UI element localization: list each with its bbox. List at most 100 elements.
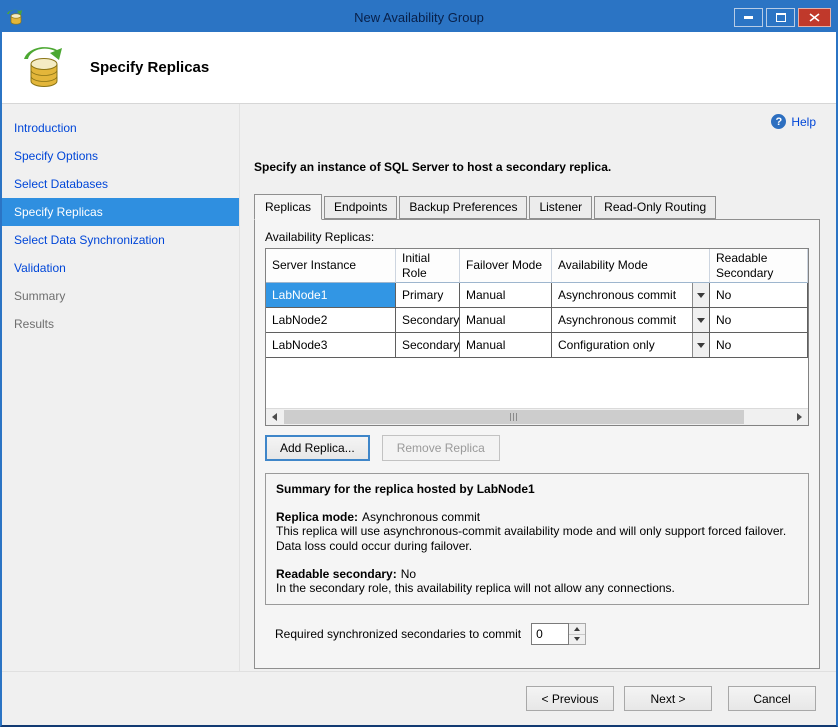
app-icon [7,8,25,26]
scroll-left-button[interactable] [266,409,283,425]
initial-role-cell[interactable]: Secondary [396,308,460,333]
stepper-down-button[interactable] [569,635,585,645]
remove-replica-button: Remove Replica [382,435,500,461]
tab-read-only-routing[interactable]: Read-Only Routing [594,196,716,219]
sidebar-item-introduction[interactable]: Introduction [2,114,239,142]
sidebar-item-select-databases[interactable]: Select Databases [2,170,239,198]
table-row: LabNode2 Secondary Manual Asynchronous c… [266,308,808,333]
title-bar[interactable]: New Availability Group [2,2,836,32]
readable-secondary-description: In the secondary role, this availability… [276,581,798,596]
sidebar-item-specify-options[interactable]: Specify Options [2,142,239,170]
tab-replicas[interactable]: Replicas [254,194,322,220]
replica-mode-line: Replica mode: Asynchronous commit [276,510,798,524]
availability-replicas-label: Availability Replicas: [265,230,809,244]
availability-group-icon [20,44,68,92]
scroll-left-icon [272,413,277,421]
sidebar-item-validation[interactable]: Validation [2,254,239,282]
window-title: New Availability Group [2,10,836,25]
instruction-text: Specify an instance of SQL Server to hos… [254,160,820,174]
initial-role-cell[interactable]: Secondary [396,333,460,358]
summary-title: Summary for the replica hosted by LabNod… [276,482,798,496]
stepper-up-button[interactable] [569,624,585,635]
replicas-tab-page: Availability Replicas: Server Instance I… [254,219,820,669]
chevron-down-icon [697,293,705,298]
availability-mode-combo[interactable]: Asynchronous commit [552,283,710,308]
readable-secondary-value: No [401,567,416,581]
maximize-button[interactable] [766,8,795,27]
wizard-window: New Availability Group Specify Replicas … [0,0,838,727]
availability-mode-combo[interactable]: Asynchronous commit [552,308,710,333]
next-button[interactable]: Next > [624,686,712,711]
quorum-label: Required synchronized secondaries to com… [275,627,521,641]
quorum-input[interactable] [531,623,569,645]
replicas-grid: Server Instance Initial Role Failover Mo… [265,248,809,426]
close-button[interactable] [798,8,831,27]
help-link[interactable]: ? Help [771,114,816,129]
column-header-failover-mode[interactable]: Failover Mode [460,249,552,283]
column-header-availability-mode[interactable]: Availability Mode [552,249,710,283]
previous-button[interactable]: < Previous [526,686,614,711]
tab-endpoints[interactable]: Endpoints [324,196,397,219]
initial-role-cell[interactable]: Primary [396,283,460,308]
tab-backup-preferences[interactable]: Backup Preferences [399,196,527,219]
readable-secondary-cell[interactable]: No [710,333,808,358]
scroll-right-icon [797,413,802,421]
tab-listener[interactable]: Listener [529,196,592,219]
failover-mode-cell[interactable]: Manual [460,333,552,358]
quorum-stepper [569,623,586,645]
main-panel: ? Help Specify an instance of SQL Server… [240,104,836,671]
scrollbar-grip-icon [510,413,519,421]
availability-mode-value: Asynchronous commit [552,285,692,305]
chevron-down-icon [574,637,580,641]
quorum-row: Required synchronized secondaries to com… [275,623,809,645]
server-instance-cell[interactable]: LabNode2 [266,308,396,333]
replica-mode-value: Asynchronous commit [362,510,480,524]
minimize-button[interactable] [734,8,763,27]
availability-mode-combo[interactable]: Configuration only [552,333,710,358]
scrollbar-thumb[interactable] [284,410,744,424]
dropdown-button[interactable] [692,283,709,307]
readable-secondary-line: Readable secondary: No [276,567,798,581]
column-header-server-instance[interactable]: Server Instance [266,249,396,283]
wizard-steps: Introduction Specify Options Select Data… [2,104,240,671]
page-title: Specify Replicas [90,59,209,76]
close-icon [809,13,820,22]
replica-mode-label: Replica mode: [276,510,358,524]
wizard-header: Specify Replicas [2,32,836,104]
maximize-icon [776,13,786,22]
server-instance-cell[interactable]: LabNode1 [266,283,396,308]
scroll-right-button[interactable] [791,409,808,425]
chevron-down-icon [697,343,705,348]
help-label: Help [791,115,816,129]
dropdown-button[interactable] [692,333,709,357]
replica-mode-description: This replica will use asynchronous-commi… [276,524,798,554]
availability-mode-value: Configuration only [552,335,692,355]
tab-strip: Replicas Endpoints Backup Preferences Li… [254,194,820,219]
server-instance-cell[interactable]: LabNode3 [266,333,396,358]
sidebar-item-summary: Summary [2,282,239,310]
failover-mode-cell[interactable]: Manual [460,283,552,308]
minimize-icon [744,16,753,19]
horizontal-scrollbar[interactable] [266,408,808,425]
help-icon: ? [771,114,786,129]
readable-secondary-cell[interactable]: No [710,283,808,308]
replica-summary-box: Summary for the replica hosted by LabNod… [265,473,809,605]
dropdown-button[interactable] [692,308,709,332]
chevron-down-icon [697,318,705,323]
readable-secondary-cell[interactable]: No [710,308,808,333]
wizard-footer: < Previous Next > Cancel [2,671,836,725]
table-row: LabNode1 Primary Manual Asynchronous com… [266,283,808,308]
table-row: LabNode3 Secondary Manual Configuration … [266,333,808,358]
availability-mode-value: Asynchronous commit [552,310,692,330]
sidebar-item-select-data-synchronization[interactable]: Select Data Synchronization [2,226,239,254]
add-replica-button[interactable]: Add Replica... [265,435,370,461]
chevron-up-icon [574,627,580,631]
column-header-initial-role[interactable]: Initial Role [396,249,460,283]
sidebar-item-results: Results [2,310,239,338]
readable-secondary-label: Readable secondary: [276,567,397,581]
cancel-button[interactable]: Cancel [728,686,816,711]
grid-header-row: Server Instance Initial Role Failover Mo… [266,249,808,283]
sidebar-item-specify-replicas[interactable]: Specify Replicas [2,198,239,226]
failover-mode-cell[interactable]: Manual [460,308,552,333]
column-header-readable-secondary[interactable]: Readable Secondary [710,249,808,283]
